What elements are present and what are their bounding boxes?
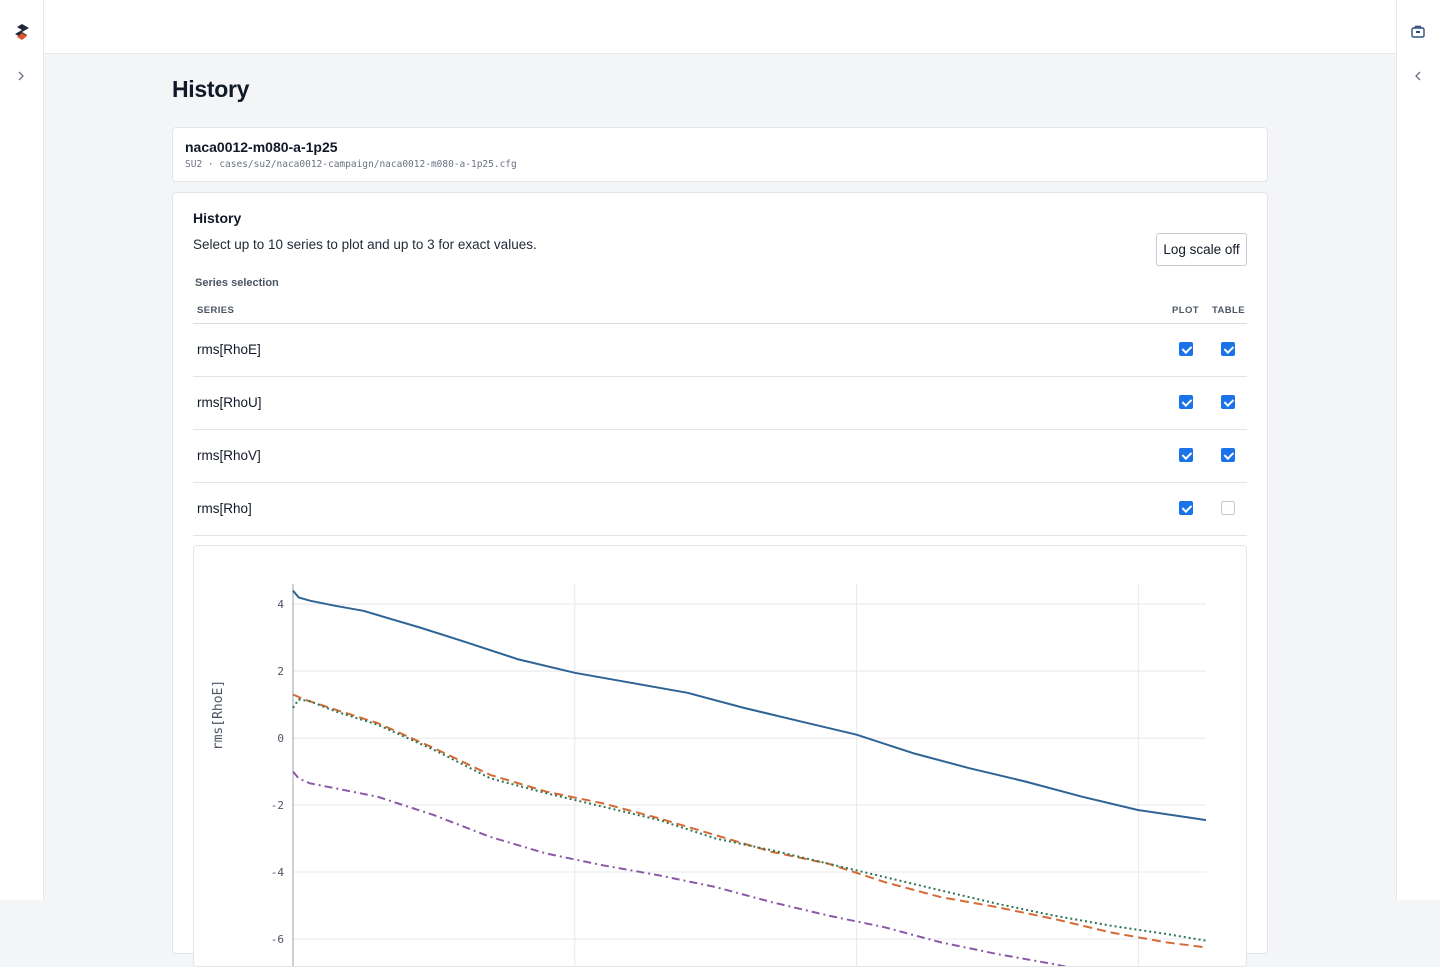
history-title: History	[193, 210, 242, 226]
toolbox-icon[interactable]	[1410, 24, 1426, 40]
plot-checkbox-rhoe[interactable]	[1179, 342, 1193, 356]
plot-checkbox-rho[interactable]	[1179, 501, 1193, 515]
table-checkbox-rhou[interactable]	[1221, 395, 1235, 409]
series-row-rhov: rms[RhoV]	[193, 430, 1247, 483]
column-header-table: TABLE	[1212, 305, 1245, 316]
history-card: History Select up to 10 series to plot a…	[172, 192, 1268, 967]
series-row-rho: rms[Rho]	[193, 483, 1247, 536]
table-checkbox-rhov[interactable]	[1221, 448, 1235, 462]
series-name: rms[RhoV]	[197, 448, 261, 463]
history-chart: 4 2 0 -2 -4 -6 rms[RhoE]	[193, 545, 1247, 967]
case-name: naca0012-m080-a-1p25	[185, 139, 338, 155]
series-name: rms[RhoU]	[197, 395, 262, 410]
series-row-rhoe: rms[RhoE]	[193, 324, 1247, 377]
top-bar	[44, 0, 1396, 54]
page-title: History	[172, 76, 250, 102]
series-line-rhoe	[292, 590, 1207, 822]
table-checkbox-rhoe[interactable]	[1221, 342, 1235, 356]
y-tick-label: -4	[271, 866, 285, 879]
table-checkbox-rho[interactable]	[1221, 501, 1235, 515]
series-name: rms[Rho]	[197, 501, 252, 516]
y-tick-label: 4	[277, 598, 284, 611]
history-description: Select up to 10 series to plot and up to…	[193, 237, 537, 252]
plot-checkbox-rhov[interactable]	[1179, 448, 1193, 462]
log-scale-toggle-button[interactable]: Log scale off	[1156, 233, 1247, 266]
series-line-rho	[292, 770, 1068, 966]
chevron-left-icon[interactable]	[1410, 68, 1426, 84]
y-tick-label: -2	[271, 799, 284, 812]
left-rail	[0, 0, 44, 900]
series-table: SERIES PLOT TABLE rms[RhoE] rms[RhoU] rm…	[193, 297, 1247, 536]
series-selection-label: Series selection	[195, 277, 279, 289]
case-card: naca0012-m080-a-1p25 SU2 · cases/su2/nac…	[172, 127, 1268, 182]
chevron-right-icon[interactable]	[13, 68, 29, 84]
series-name: rms[RhoE]	[197, 342, 261, 357]
column-header-series: SERIES	[197, 305, 235, 316]
y-tick-label: 2	[277, 665, 284, 678]
series-line-rhou	[292, 693, 1207, 949]
app-logo-icon[interactable]	[13, 23, 31, 41]
plot-checkbox-rhou[interactable]	[1179, 395, 1193, 409]
series-line-rhov	[292, 698, 1207, 942]
case-meta: SU2 · cases/su2/naca0012-campaign/naca00…	[185, 159, 517, 170]
series-row-rhou: rms[RhoU]	[193, 377, 1247, 430]
y-tick-label: -6	[271, 933, 284, 946]
y-tick-label: 0	[277, 732, 284, 745]
series-table-header: SERIES PLOT TABLE	[193, 297, 1247, 324]
history-chart-svg[interactable]: 4 2 0 -2 -4 -6 rms[RhoE]	[194, 546, 1246, 966]
right-rail	[1396, 0, 1440, 900]
column-header-plot: PLOT	[1172, 305, 1199, 316]
y-axis-label: rms[RhoE]	[211, 680, 226, 750]
